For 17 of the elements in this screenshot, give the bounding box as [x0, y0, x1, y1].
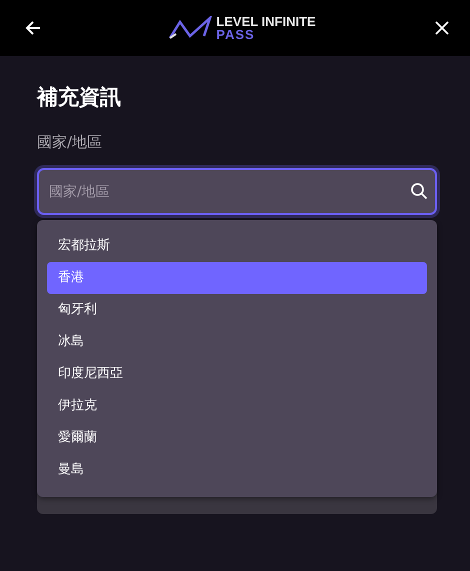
- close-icon: [434, 20, 450, 36]
- country-option[interactable]: 宏都拉斯: [47, 230, 427, 262]
- country-option[interactable]: 匈牙利: [47, 294, 427, 326]
- country-search-field[interactable]: 國家/地區: [37, 168, 437, 215]
- search-icon: [410, 182, 428, 200]
- country-option[interactable]: 曼島: [47, 454, 427, 486]
- country-option[interactable]: 冰島: [47, 326, 427, 358]
- logo-icon: [168, 16, 212, 40]
- logo-text: LEVEL INFINITE: [216, 15, 316, 28]
- country-option[interactable]: 伊拉克: [47, 390, 427, 422]
- page-title: 補充資訊: [37, 84, 122, 111]
- country-option[interactable]: 香港: [47, 262, 427, 294]
- logo-subtext: PASS: [216, 28, 256, 41]
- country-option[interactable]: 愛爾蘭: [47, 422, 427, 454]
- back-arrow-icon: [24, 19, 42, 37]
- field-label: 國家/地區: [37, 132, 104, 152]
- country-option[interactable]: 印度尼西亞: [47, 358, 427, 390]
